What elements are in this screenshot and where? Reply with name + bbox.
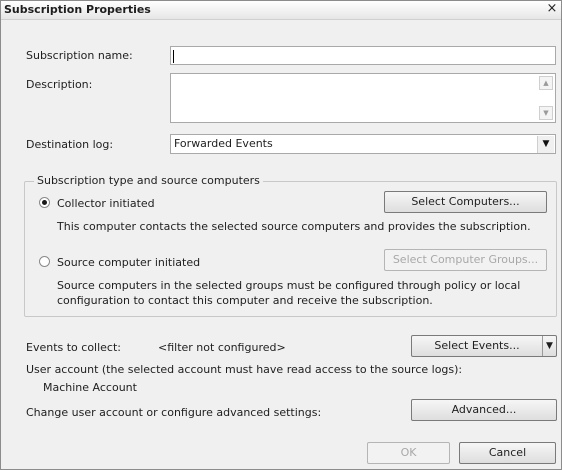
destination-log-select[interactable]: Forwarded Events ▼ bbox=[170, 134, 556, 154]
chevron-down-icon[interactable]: ▼ bbox=[542, 336, 556, 356]
select-computers-button[interactable]: Select Computers... bbox=[384, 191, 547, 213]
select-events-split-button[interactable]: Select Events... ▼ bbox=[411, 335, 557, 357]
subscription-name-input[interactable] bbox=[170, 46, 556, 65]
ok-button-label: OK bbox=[400, 446, 417, 459]
select-computer-groups-button[interactable]: Select Computer Groups... bbox=[384, 249, 547, 271]
description-scrollbar[interactable]: ▲ ▼ bbox=[539, 76, 553, 120]
collector-initiated-description: This computer contacts the selected sour… bbox=[57, 220, 531, 233]
source-initiated-label[interactable]: Source computer initiated bbox=[57, 256, 200, 269]
collector-initiated-radio[interactable] bbox=[39, 197, 50, 208]
collector-initiated-label[interactable]: Collector initiated bbox=[57, 197, 155, 210]
ok-button[interactable]: OK bbox=[367, 442, 450, 464]
radio-selected-dot bbox=[42, 200, 47, 205]
scroll-up-icon[interactable]: ▲ bbox=[539, 76, 553, 90]
destination-log-value: Forwarded Events bbox=[174, 137, 273, 150]
scroll-down-icon[interactable]: ▼ bbox=[539, 106, 553, 120]
select-computer-groups-label: Select Computer Groups... bbox=[392, 253, 539, 266]
source-initiated-description-line1: Source computers in the selected groups … bbox=[57, 279, 521, 292]
user-account-label: User account (the selected account must … bbox=[26, 363, 463, 376]
chevron-down-icon[interactable]: ▼ bbox=[537, 136, 554, 153]
destination-log-label: Destination log: bbox=[26, 138, 114, 151]
events-filter-value: <filter not configured> bbox=[158, 341, 286, 354]
cancel-button[interactable]: Cancel bbox=[459, 442, 556, 464]
subscription-properties-dialog: Subscription Properties × Subscription n… bbox=[0, 0, 562, 470]
description-textarea[interactable]: ▲ ▼ bbox=[170, 73, 556, 123]
window-title: Subscription Properties bbox=[4, 3, 151, 16]
source-initiated-radio[interactable] bbox=[39, 256, 50, 267]
subscription-type-legend: Subscription type and source computers bbox=[34, 174, 263, 187]
cancel-button-label: Cancel bbox=[488, 446, 527, 459]
select-computers-label: Select Computers... bbox=[411, 195, 520, 208]
user-account-value: Machine Account bbox=[43, 381, 137, 394]
close-icon[interactable]: × bbox=[546, 2, 558, 16]
advanced-button-label: Advanced... bbox=[451, 403, 517, 416]
text-caret bbox=[173, 50, 174, 63]
advanced-button[interactable]: Advanced... bbox=[411, 399, 557, 421]
select-events-label: Select Events... bbox=[434, 339, 520, 352]
subscription-name-label: Subscription name: bbox=[26, 49, 133, 62]
events-to-collect-label: Events to collect: bbox=[26, 341, 122, 354]
source-initiated-description-line2: configuration to contact this computer a… bbox=[57, 294, 433, 307]
description-label: Description: bbox=[26, 78, 93, 91]
title-bar[interactable]: Subscription Properties × bbox=[1, 1, 561, 20]
advanced-settings-label: Change user account or configure advance… bbox=[26, 406, 322, 419]
